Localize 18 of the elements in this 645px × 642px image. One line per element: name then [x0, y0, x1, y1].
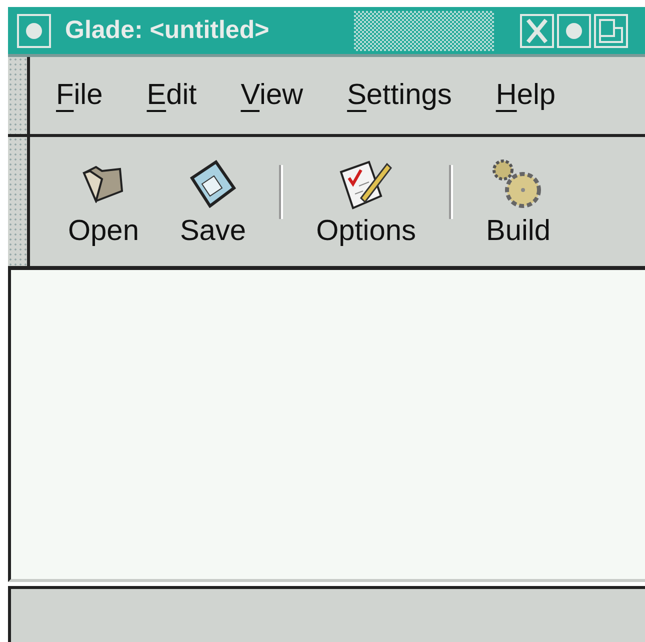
menu-item[interactable]: Settings	[347, 74, 452, 118]
folder-icon	[82, 165, 124, 203]
toolbar-button[interactable]: Save	[172, 157, 254, 246]
maximize-icon[interactable]	[594, 14, 628, 48]
window-title: Glade: <untitled>	[65, 14, 270, 46]
toolbar-button[interactable]: Build	[478, 157, 559, 246]
toolbar-button[interactable]: Options	[308, 157, 424, 246]
window-menu-icon[interactable]	[17, 14, 51, 48]
drag-handle[interactable]	[8, 57, 30, 134]
menu-item[interactable]: View	[240, 74, 304, 118]
checklist-pencil-icon	[339, 158, 394, 210]
menu-item[interactable]: File	[56, 74, 103, 118]
close-icon[interactable]	[520, 14, 554, 48]
toolbar-button[interactable]: Open	[60, 157, 147, 246]
drag-handle[interactable]	[8, 137, 30, 266]
menu-item[interactable]: Edit	[146, 74, 197, 118]
menu-item[interactable]: Help	[496, 74, 556, 118]
minimize-icon[interactable]	[557, 14, 591, 48]
